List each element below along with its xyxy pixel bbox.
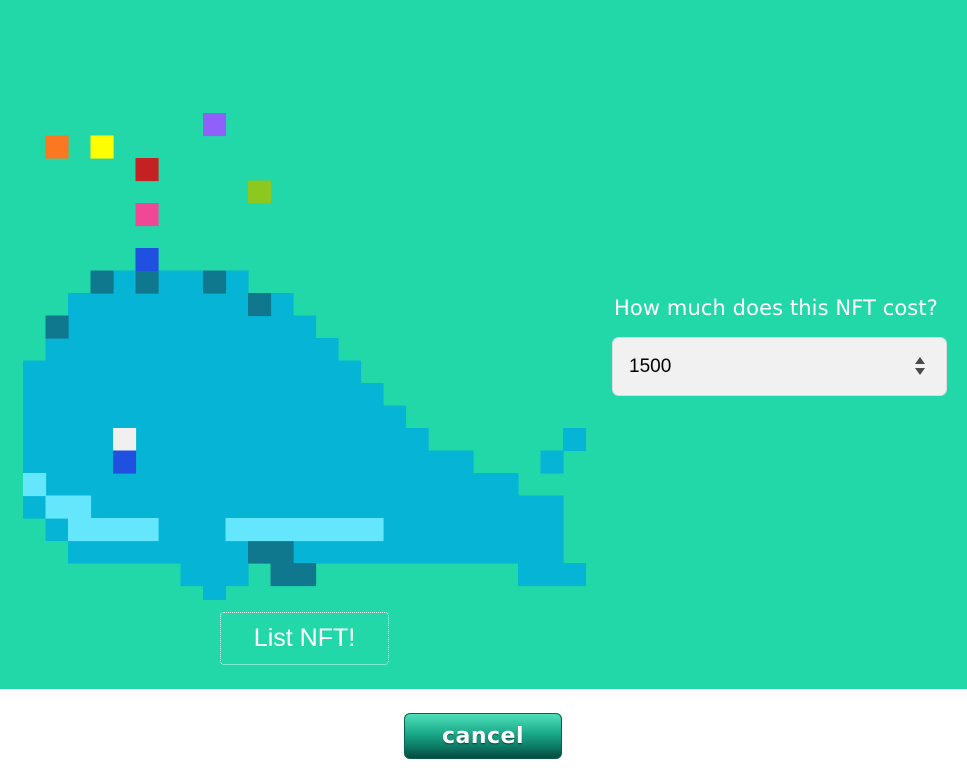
- whale-shade-pixel: [248, 293, 272, 317]
- spinner-up-arrow-icon[interactable]: [915, 357, 925, 364]
- price-input[interactable]: [629, 338, 899, 395]
- whale-body-pixel: [23, 383, 384, 407]
- list-nft-button[interactable]: List NFT!: [220, 612, 389, 665]
- whale-body-pixel: [203, 585, 227, 600]
- spray-pixel: [90, 135, 114, 159]
- whale-body-pixel: [23, 405, 407, 429]
- whale-belly-pixel: [23, 473, 47, 497]
- price-question-label: How much does this NFT cost?: [614, 296, 938, 320]
- whale-belly-pixel: [45, 495, 92, 519]
- whale-body-pixel: [518, 563, 564, 587]
- whale-eye-pixel: [113, 450, 137, 474]
- cancel-button[interactable]: cancel: [404, 713, 562, 759]
- whale-shade-pixel: [270, 563, 294, 587]
- spray-pixel: [135, 158, 159, 182]
- whale-shade-pixel: [293, 563, 317, 587]
- nft-listing-stage: How much does this NFT cost? List NFT!: [0, 0, 967, 689]
- spray-pixel: [135, 203, 159, 227]
- whale-shade-pixel: [248, 540, 272, 564]
- whale-belly-pixel: [225, 518, 384, 542]
- spray-pixel: [203, 113, 227, 137]
- whale-shade-pixel: [135, 270, 159, 294]
- whale-tail-pixel: [563, 563, 587, 587]
- whale-body-pixel: [23, 473, 519, 497]
- whale-shade-pixel: [90, 270, 114, 294]
- whale-body-pixel: [23, 360, 362, 384]
- whale-eye-pixel: [113, 428, 137, 452]
- spinner-down-arrow-icon[interactable]: [915, 368, 925, 375]
- spray-pixel: [45, 135, 69, 159]
- whale-body-pixel: [23, 428, 429, 452]
- whale-body-pixel: [180, 563, 249, 587]
- spray-pixel: [248, 180, 272, 204]
- whale-body-pixel: [45, 315, 317, 339]
- whale-belly-pixel: [68, 518, 159, 542]
- whale-shade-pixel: [203, 270, 227, 294]
- whale-pixel-image: [23, 113, 587, 600]
- whale-tail-pixel: [540, 450, 564, 474]
- whale-shade-pixel: [270, 540, 294, 564]
- whale-body-pixel: [68, 540, 564, 564]
- whale-shade-pixel: [45, 315, 69, 339]
- number-spinner[interactable]: [914, 357, 926, 377]
- price-input-container[interactable]: [612, 337, 947, 396]
- whale-pixel-art: [0, 0, 600, 600]
- spout-pixel: [135, 248, 159, 272]
- whale-tail-pixel: [563, 428, 587, 452]
- whale-body-pixel: [23, 495, 564, 519]
- whale-body-pixel: [23, 450, 474, 474]
- whale-body-pixel: [45, 338, 339, 362]
